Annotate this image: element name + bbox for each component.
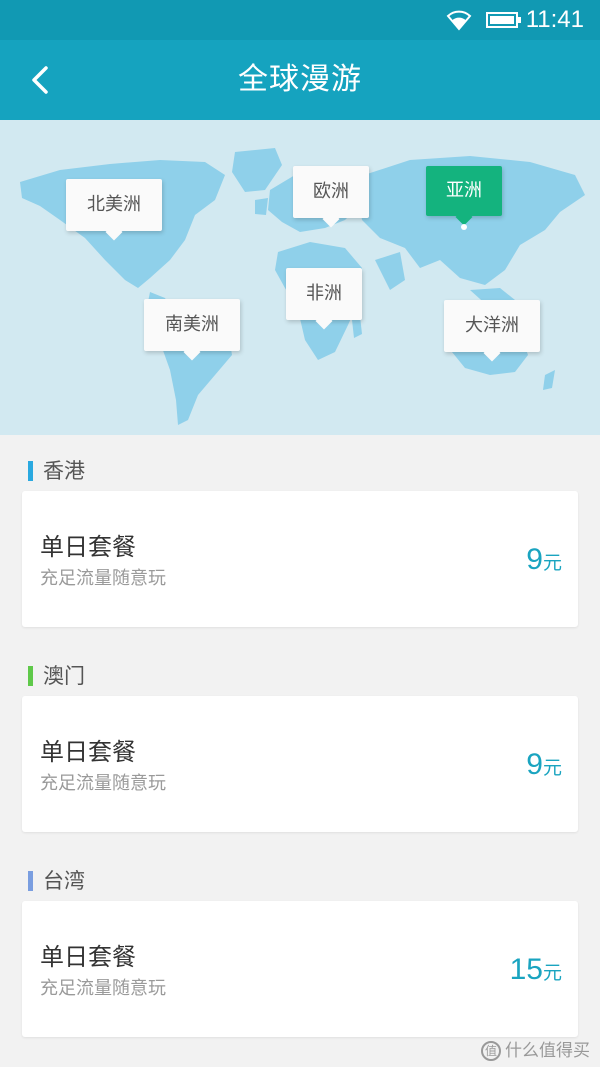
section-accent-bar — [28, 871, 33, 891]
plan-price: 9元 — [526, 748, 562, 782]
price-unit: 元 — [542, 757, 562, 779]
plan-name: 单日套餐 — [40, 533, 136, 561]
plan-description: 充足流量随意玩 — [40, 568, 166, 589]
wifi-icon — [446, 10, 472, 31]
price-amount: 9 — [526, 748, 543, 781]
plan-price: 15元 — [510, 953, 562, 987]
price-unit: 元 — [542, 552, 562, 574]
location-dot-icon — [461, 224, 467, 230]
world-map: 北美洲 欧洲 亚洲 非洲 南美洲 大洋洲 — [0, 120, 600, 435]
plan-name: 单日套餐 — [40, 943, 136, 971]
watermark-text: 什么值得买 — [505, 1041, 590, 1061]
price-amount: 9 — [526, 543, 543, 576]
section-accent-bar — [28, 461, 33, 481]
plan-description: 充足流量随意玩 — [40, 773, 166, 794]
price-unit: 元 — [542, 962, 562, 984]
watermark: 值什么值得买 — [481, 1036, 590, 1061]
plan-card-hongkong[interactable]: 单日套餐 充足流量随意玩 9元 — [22, 491, 578, 627]
section-title: 台湾 — [43, 869, 85, 893]
section-title: 香港 — [43, 459, 85, 483]
plan-name: 单日套餐 — [40, 738, 136, 766]
plan-card-macau[interactable]: 单日套餐 充足流量随意玩 9元 — [22, 696, 578, 832]
section-title: 澳门 — [43, 664, 85, 688]
battery-icon — [486, 12, 521, 28]
section-accent-bar — [28, 666, 33, 686]
plan-card-taiwan[interactable]: 单日套餐 充足流量随意玩 15元 — [22, 901, 578, 1037]
continent-tag-africa[interactable]: 非洲 — [286, 268, 362, 330]
continent-tag-asia[interactable]: 亚洲 — [426, 166, 502, 226]
continent-tag-north-america[interactable]: 北美洲 — [66, 179, 162, 241]
continent-tag-oceania[interactable]: 大洋洲 — [444, 300, 540, 362]
page-title: 全球漫游 — [238, 62, 362, 97]
plan-price: 9元 — [526, 543, 562, 577]
continent-tag-south-america[interactable]: 南美洲 — [144, 299, 240, 361]
watermark-logo-icon: 值 — [481, 1041, 501, 1061]
price-amount: 15 — [509, 953, 543, 986]
plan-description: 充足流量随意玩 — [40, 978, 166, 999]
app-bar: 全球漫游 — [0, 40, 600, 120]
continent-tag-europe[interactable]: 欧洲 — [293, 166, 369, 228]
status-time: 11:41 — [525, 6, 584, 33]
status-bar: 11:41 — [0, 0, 600, 40]
